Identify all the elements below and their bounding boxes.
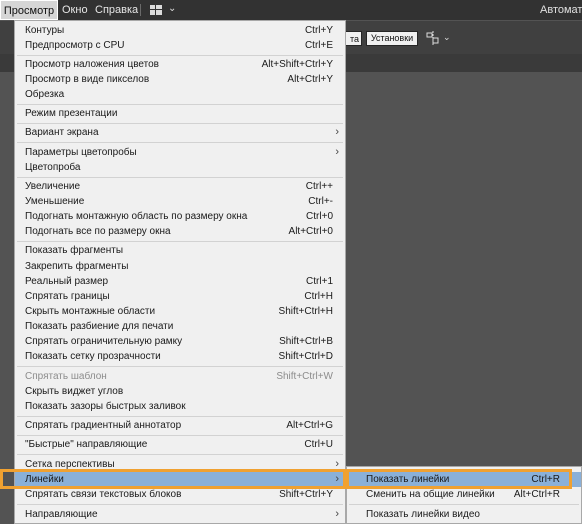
menubar-view[interactable]: Просмотр bbox=[0, 0, 58, 20]
menu-item-guides[interactable]: Направляющие › bbox=[15, 507, 345, 522]
chevron-right-icon: › bbox=[335, 126, 339, 138]
menu-separator bbox=[17, 104, 343, 105]
view-menu: Контуры Ctrl+Y Предпросмотр с CPU Ctrl+E П… bbox=[14, 20, 346, 524]
menu-item-hide-text-threads[interactable]: Спрятать связи текстовых блоков Shift+Ctr… bbox=[15, 487, 345, 502]
menu-separator bbox=[17, 435, 343, 436]
menu-bar: Просмотр Окно Справка ⌄ Автомати bbox=[0, 0, 582, 20]
rulers-submenu: Показать линейки Ctrl+R Сменить на общие … bbox=[346, 466, 582, 524]
menu-item-actual-size[interactable]: Реальный размер Ctrl+1 bbox=[15, 274, 345, 289]
chevron-down-icon[interactable]: ⌄ bbox=[168, 3, 176, 14]
chevron-right-icon: › bbox=[335, 473, 339, 485]
menu-separator bbox=[17, 366, 343, 367]
menu-separator bbox=[17, 454, 343, 455]
menu-item-proof-colors[interactable]: Цветопроба bbox=[15, 160, 345, 175]
menubar-right-label[interactable]: Автомати bbox=[540, 0, 582, 20]
menu-item-zoom-out[interactable]: Уменьшение Ctrl+- bbox=[15, 194, 345, 209]
menu-item-rulers[interactable]: Линейки › bbox=[15, 472, 345, 487]
menu-item-hide-edges[interactable]: Спрятать границы Ctrl+H bbox=[15, 289, 345, 304]
menu-separator bbox=[17, 241, 343, 242]
chevron-down-icon[interactable]: ⌄ bbox=[443, 32, 451, 43]
preferences-button[interactable]: Установки bbox=[366, 31, 418, 46]
submenu-item-global-rulers[interactable]: Сменить на общие линейки Alt+Ctrl+R bbox=[347, 487, 581, 502]
menu-item-hide-bounding-box[interactable]: Спрятать ограничительную рамку Shift+Ctrl… bbox=[15, 334, 345, 349]
submenu-item-video-rulers[interactable]: Показать линейки видео bbox=[347, 507, 581, 522]
chevron-right-icon: › bbox=[335, 146, 339, 158]
menu-item-hide-corner-widget[interactable]: Скрыть виджет углов bbox=[15, 384, 345, 399]
menu-item-fit-artboard[interactable]: Подогнать монтажную область по размеру о… bbox=[15, 209, 345, 224]
menu-item-hide-artboards[interactable]: Скрыть монтажные области Shift+Ctrl+H bbox=[15, 304, 345, 319]
menubar-help[interactable]: Справка bbox=[95, 0, 138, 20]
menu-item-proof-setup[interactable]: Параметры цветопробы › bbox=[15, 145, 345, 160]
menu-item-live-paint-gaps[interactable]: Показать зазоры быстрых заливок bbox=[15, 399, 345, 414]
chevron-right-icon: › bbox=[335, 508, 339, 520]
menu-item-print-tiling[interactable]: Показать разбиение для печати bbox=[15, 319, 345, 334]
menu-item-pixel-preview[interactable]: Просмотр в виде пикселов Alt+Ctrl+Y bbox=[15, 72, 345, 87]
menu-separator bbox=[17, 416, 343, 417]
menu-separator bbox=[349, 504, 579, 505]
chevron-right-icon: › bbox=[335, 458, 339, 470]
menu-item-trim-view[interactable]: Обрезка bbox=[15, 87, 345, 102]
menu-item-perspective-grid[interactable]: Сетка перспективы › bbox=[15, 457, 345, 472]
menubar-window[interactable]: Окно bbox=[62, 0, 88, 20]
menu-separator bbox=[17, 504, 343, 505]
menu-item-presentation-mode[interactable]: Режим презентации bbox=[15, 106, 345, 121]
menu-item-outline[interactable]: Контуры Ctrl+Y bbox=[15, 23, 345, 38]
menu-separator bbox=[17, 55, 343, 56]
menu-item-fit-all[interactable]: Подогнать все по размеру окна Alt+Ctrl+0 bbox=[15, 224, 345, 239]
menu-item-smart-guides[interactable]: "Быстрые" направляющие Ctrl+U bbox=[15, 437, 345, 452]
menu-item-cpu-preview[interactable]: Предпросмотр с CPU Ctrl+E bbox=[15, 38, 345, 53]
menu-item-overprint-preview[interactable]: Просмотр наложения цветов Alt+Shift+Ctrl+… bbox=[15, 57, 345, 72]
menu-separator bbox=[17, 142, 343, 143]
menu-item-gradient-annotator[interactable]: Спрятать градиентный аннотатор Alt+Ctrl+G bbox=[15, 418, 345, 433]
menu-item-transparency-grid[interactable]: Показать сетку прозрачности Shift+Ctrl+D bbox=[15, 349, 345, 364]
menu-item-screen-mode[interactable]: Вариант экрана › bbox=[15, 125, 345, 140]
menubar-divider bbox=[140, 4, 141, 16]
menu-item-hide-template: Спрятать шаблон Shift+Ctrl+W bbox=[25, 371, 333, 382]
menu-item-lock-slices[interactable]: Закрепить фрагменты bbox=[15, 259, 345, 274]
menu-item-zoom-in[interactable]: Увеличение Ctrl++ bbox=[15, 179, 345, 194]
menu-separator bbox=[17, 177, 343, 178]
submenu-item-show-rulers[interactable]: Показать линейки Ctrl+R bbox=[347, 472, 581, 487]
align-objects-icon[interactable] bbox=[426, 31, 440, 45]
workspace-grid-icon[interactable] bbox=[150, 5, 162, 15]
menu-separator bbox=[17, 123, 343, 124]
menu-item-show-slices[interactable]: Показать фрагменты bbox=[15, 243, 345, 258]
